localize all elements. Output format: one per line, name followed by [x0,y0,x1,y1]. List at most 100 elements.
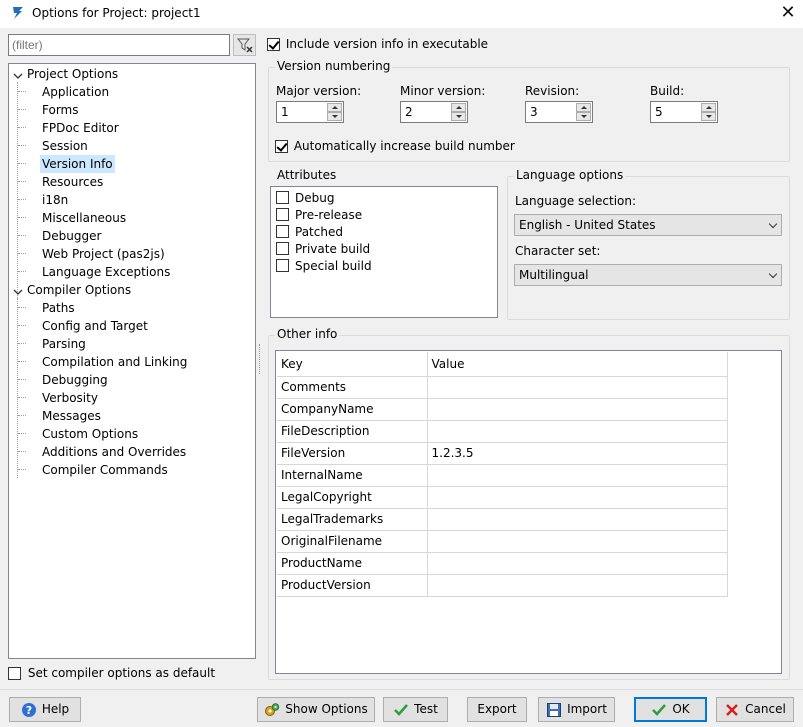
tree-item-additions-and-overrides[interactable]: Additions and Overrides [42,443,186,461]
value-cell[interactable]: 1.2.3.5 [427,442,728,465]
close-icon[interactable]: ✕ [774,0,802,26]
table-row[interactable]: FileVersion 1.2.3.5 [277,442,728,465]
attribute-debug[interactable]: Debug [276,190,334,207]
value-cell[interactable] [427,486,728,509]
language-selection-dropdown[interactable]: English - United States [514,214,782,236]
tree-item-resources[interactable]: Resources [42,173,103,191]
tree-item-compilation-and-linking[interactable]: Compilation and Linking [42,353,187,371]
table-row[interactable]: OriginalFilename [277,530,728,553]
splitter-handle[interactable] [259,344,262,374]
attribute-checkbox[interactable] [276,242,289,255]
tree-group-compiler-options[interactable]: Compiler Options [27,281,131,299]
show-options-button[interactable]: Show Options [257,697,375,722]
options-tree[interactable]: Project Options Application Forms FPDoc … [8,63,256,659]
table-row[interactable]: ProductVersion [277,574,728,597]
tree-item-parsing[interactable]: Parsing [42,335,86,353]
tree-item-debugger[interactable]: Debugger [42,227,101,245]
attribute-checkbox[interactable] [276,191,289,204]
value-cell[interactable] [427,552,728,575]
spin-down-icon[interactable] [451,112,466,121]
tree-item-session[interactable]: Session [42,137,88,155]
help-button[interactable]: ? Help [9,697,81,722]
include-version-checkbox[interactable] [267,38,280,51]
tree-item-messages[interactable]: Messages [42,407,101,425]
key-cell[interactable]: LegalTrademarks [277,508,428,531]
key-cell[interactable]: InternalName [277,464,428,487]
tree-item-language-exceptions[interactable]: Language Exceptions [42,263,170,281]
value-cell[interactable] [427,574,728,597]
key-cell[interactable]: LegalCopyright [277,486,428,509]
charset-dropdown[interactable]: Multilingual [514,264,782,286]
key-cell[interactable]: OriginalFilename [277,530,428,553]
tree-group-project-options[interactable]: Project Options [27,65,118,83]
spin-up-icon[interactable] [576,103,591,112]
key-cell[interactable]: CompanyName [277,398,428,421]
tree-item-fpdoc-editor[interactable]: FPDoc Editor [42,119,119,137]
table-row[interactable]: LegalCopyright [277,486,728,509]
attribute-patched[interactable]: Patched [276,224,343,241]
value-cell[interactable] [427,508,728,531]
tree-item-forms[interactable]: Forms [42,101,78,119]
minor-version-spinner[interactable]: 2 [400,101,468,123]
auto-increase-checkbox[interactable] [275,140,288,153]
tree-item-i18n[interactable]: i18n [42,191,68,209]
attribute-checkbox[interactable] [276,225,289,238]
value-cell[interactable] [427,464,728,487]
table-row[interactable]: ProductName [277,552,728,575]
other-info-table[interactable]: Key Value Comments CompanyName FileDescr… [277,352,728,597]
spin-down-icon[interactable] [576,112,591,121]
major-version-value[interactable]: 1 [281,105,289,119]
filter-input[interactable] [8,34,230,56]
tree-item-version-info[interactable]: Version Info [40,155,115,173]
spin-up-icon[interactable] [451,103,466,112]
column-header-value[interactable]: Value [427,352,728,377]
spin-down-icon[interactable] [327,112,342,121]
include-version-row[interactable]: Include version info in executable [267,36,488,52]
attribute-pre-release[interactable]: Pre-release [276,207,362,224]
key-cell[interactable]: ProductName [277,552,428,575]
tree-item-config-and-target[interactable]: Config and Target [42,317,148,335]
spin-up-icon[interactable] [327,103,342,112]
value-cell[interactable] [427,530,728,553]
cancel-button[interactable]: Cancel [716,697,794,722]
tree-item-verbosity[interactable]: Verbosity [42,389,98,407]
table-row[interactable]: FileDescription [277,420,728,443]
chevron-down-icon[interactable] [13,67,23,85]
build-value[interactable]: 5 [655,105,663,119]
clear-filter-button[interactable] [233,34,256,56]
tree-item-compiler-commands[interactable]: Compiler Commands [42,461,168,479]
export-button[interactable]: Export [467,697,527,722]
ok-button[interactable]: OK [634,697,707,722]
set-default-row[interactable]: Set compiler options as default [8,665,215,681]
attributes-list[interactable]: Debug Pre-release Patched Private build … [270,186,498,318]
value-cell[interactable] [427,398,728,421]
other-info-grid[interactable]: Key Value Comments CompanyName FileDescr… [275,350,782,674]
attribute-private-build[interactable]: Private build [276,241,370,258]
auto-increase-row[interactable]: Automatically increase build number [275,138,515,154]
table-row[interactable]: CompanyName [277,398,728,421]
key-cell[interactable]: FileDescription [277,420,428,443]
revision-spinner[interactable]: 3 [525,101,593,123]
test-button[interactable]: Test [383,697,448,722]
tree-item-custom-options[interactable]: Custom Options [42,425,138,443]
value-cell[interactable] [427,376,728,399]
spin-down-icon[interactable] [701,112,716,121]
table-row[interactable]: LegalTrademarks [277,508,728,531]
attribute-special-build[interactable]: Special build [276,258,372,275]
key-cell[interactable]: FileVersion [277,442,428,465]
set-default-checkbox[interactable] [8,667,21,680]
major-version-spinner[interactable]: 1 [276,101,344,123]
chevron-down-icon[interactable] [13,283,23,301]
tree-item-paths[interactable]: Paths [42,299,75,317]
key-cell[interactable]: ProductVersion [277,574,428,597]
revision-value[interactable]: 3 [530,105,538,119]
import-button[interactable]: Import [538,697,615,722]
value-cell[interactable] [427,420,728,443]
build-spinner[interactable]: 5 [650,101,718,123]
spin-up-icon[interactable] [701,103,716,112]
attribute-checkbox[interactable] [276,208,289,221]
table-row[interactable]: Comments [277,376,728,399]
attribute-checkbox[interactable] [276,259,289,272]
table-row[interactable]: InternalName [277,464,728,487]
tree-item-web-project[interactable]: Web Project (pas2js) [42,245,165,263]
